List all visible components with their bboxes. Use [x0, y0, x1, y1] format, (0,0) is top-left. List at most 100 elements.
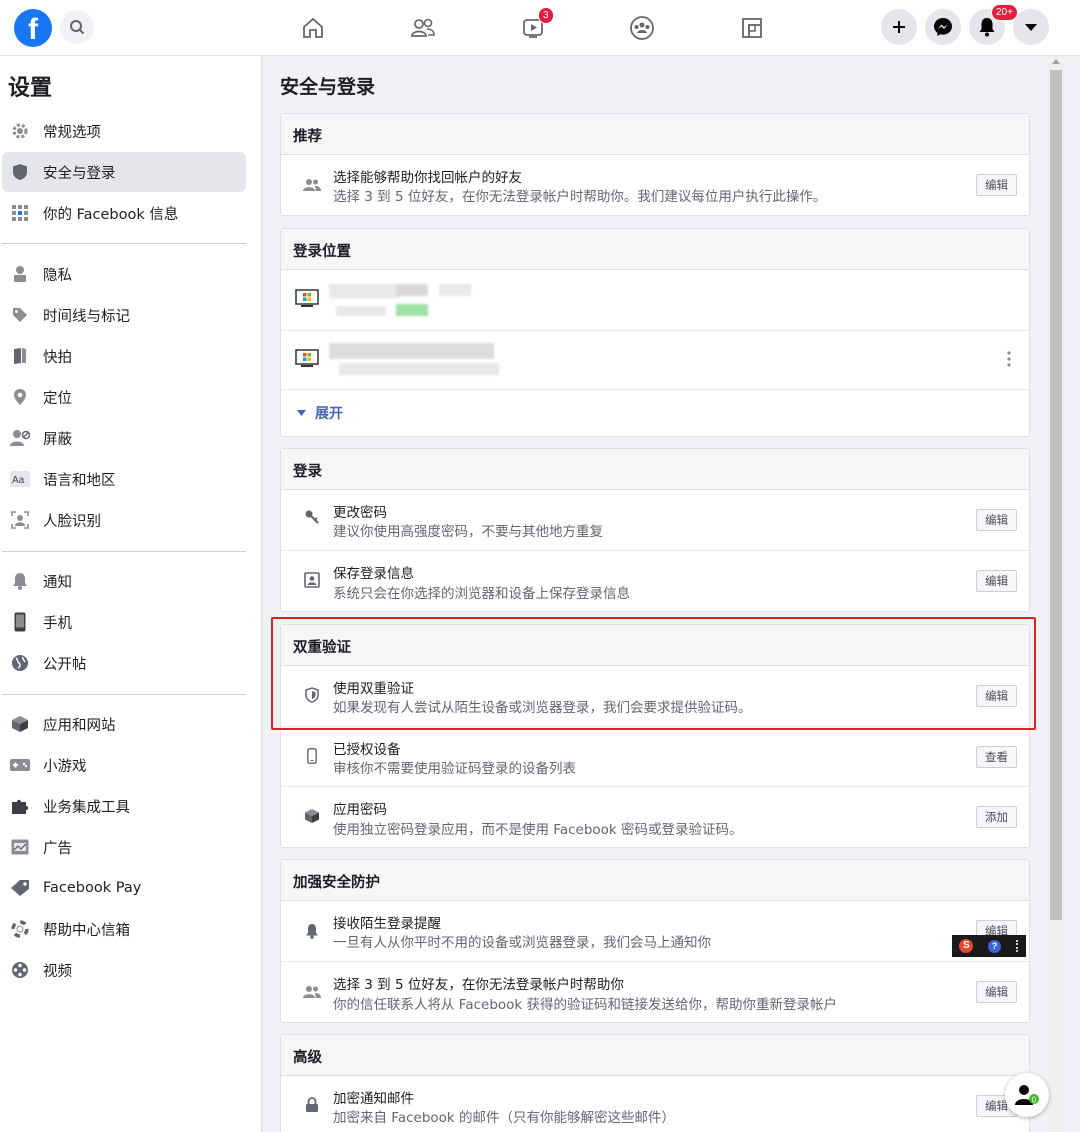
- sidebar-item-privacy[interactable]: 隐私: [2, 254, 246, 294]
- sidebar-item-label: 业务集成工具: [43, 799, 130, 816]
- sidebar-item-stories[interactable]: 快拍: [2, 336, 246, 376]
- row-subtitle: 选择 3 到 5 位好友，在你无法登录帐户时帮助你。我们建议每位用户执行此操作。: [333, 189, 827, 205]
- extra-security-card: 加强安全防护 接收陌生登录提醒 一旦有人从你平时不用的设备或浏览器登录，我们会马…: [280, 859, 1030, 1023]
- grid-icon: [10, 203, 30, 223]
- sidebar-item-label: 通知: [43, 574, 72, 591]
- phone-icon: [303, 747, 321, 765]
- settings-sidebar: 设置 常规选项 安全与登录 你的 Facebook 信息 隐私 时间线与标记 快…: [0, 56, 262, 1132]
- sidebar-item-timeline[interactable]: 时间线与标记: [2, 295, 246, 335]
- sidebar-item-support-inbox[interactable]: 帮助中心信箱: [2, 909, 246, 949]
- redacted-device-info: [329, 284, 399, 298]
- sidebar-item-label: 定位: [43, 390, 72, 407]
- edit-button[interactable]: 编辑: [976, 570, 1017, 592]
- sidebar-item-location[interactable]: 定位: [2, 377, 246, 417]
- sidebar-item-public-posts[interactable]: 公开帖: [2, 643, 246, 683]
- ad-icon: [10, 837, 30, 857]
- recommended-card: 推荐 选择能够帮助你找回帐户的好友 选择 3 到 5 位好友，在你无法登录帐户时…: [280, 113, 1030, 216]
- puzzle-icon: [10, 796, 30, 816]
- list-item: 加密通知邮件 加密来自 Facebook 的邮件（只有你能够解密这些邮件） 编辑: [281, 1076, 1029, 1132]
- sidebar-item-general[interactable]: 常规选项: [2, 111, 246, 151]
- page-title: 安全与登录: [280, 76, 376, 98]
- edit-button[interactable]: 编辑: [976, 174, 1017, 196]
- redacted-device-info: [439, 284, 471, 296]
- friends-nav-button[interactable]: [409, 14, 437, 42]
- sidebar-item-blocking[interactable]: 屏蔽: [2, 418, 246, 458]
- sidebar-item-label: 帮助中心信箱: [43, 922, 130, 939]
- ime-menu-icon[interactable]: [1015, 940, 1019, 952]
- sidebar-item-label: 小游戏: [43, 758, 87, 775]
- shield-icon: [10, 162, 30, 182]
- ime-s-icon[interactable]: S: [959, 939, 974, 953]
- login-card: 登录 更改密码 建议你使用高强度密码，不要与其他地方重复 编辑 保存登录信息 系…: [280, 448, 1030, 612]
- row-subtitle: 建议你使用高强度密码，不要与其他地方重复: [333, 524, 603, 540]
- home-icon: [303, 17, 323, 38]
- sidebar-item-your-info[interactable]: 你的 Facebook 信息: [2, 193, 246, 233]
- bell-icon: [303, 922, 321, 940]
- sidebar-item-label: 常规选项: [43, 124, 101, 141]
- sidebar-item-facebook-pay[interactable]: Facebook Pay: [2, 868, 246, 908]
- expand-link[interactable]: 展开: [315, 403, 343, 423]
- create-button[interactable]: [881, 9, 917, 45]
- lifebuoy-icon: [10, 919, 30, 939]
- floating-contacts-button[interactable]: 0: [1005, 1073, 1049, 1117]
- sidebar-item-notifications[interactable]: 通知: [2, 561, 246, 601]
- row-title: 应用密码: [333, 802, 387, 818]
- gear-icon: [10, 121, 30, 141]
- edit-button[interactable]: 编辑: [976, 509, 1017, 531]
- sidebar-item-ads[interactable]: 广告: [2, 827, 246, 867]
- more-options-icon[interactable]: [1007, 351, 1011, 367]
- list-item: 接收陌生登录提醒 一旦有人从你平时不用的设备或浏览器登录，我们会马上通知你 编辑: [281, 901, 1029, 962]
- sidebar-item-label: Facebook Pay: [43, 880, 142, 896]
- desktop-windows-icon: [295, 349, 319, 368]
- scroll-thumb[interactable]: [1050, 70, 1062, 920]
- groups-icon: [630, 16, 654, 40]
- sidebar-item-business-integrations[interactable]: 业务集成工具: [2, 786, 246, 826]
- expand-row[interactable]: 展开: [281, 390, 1029, 436]
- sidebar-item-language[interactable]: Aa 语言和地区: [2, 459, 246, 499]
- scroll-up-arrow-icon[interactable]: [1052, 59, 1060, 64]
- page-scrollbar[interactable]: [1048, 56, 1064, 1132]
- sidebar-item-label: 手机: [43, 615, 72, 632]
- card-heading: 高级: [281, 1035, 1029, 1076]
- search-button[interactable]: [60, 10, 94, 44]
- ime-toolbar[interactable]: S ?: [952, 935, 1026, 957]
- card-heading: 加强安全防护: [281, 860, 1029, 901]
- person-add-icon: 0: [1015, 1085, 1039, 1105]
- home-nav-button[interactable]: [299, 14, 327, 42]
- edit-button[interactable]: 编辑: [976, 981, 1017, 1003]
- messenger-button[interactable]: [925, 9, 961, 45]
- saved-login-icon: [303, 571, 321, 589]
- sidebar-item-instant-games[interactable]: 小游戏: [2, 745, 246, 785]
- sidebar-item-label: 你的 Facebook 信息: [43, 206, 179, 223]
- row-title: 已授权设备: [333, 742, 401, 758]
- book-icon: [10, 346, 30, 366]
- facebook-logo[interactable]: f: [14, 9, 52, 47]
- sidebar-item-face-recognition[interactable]: 人脸识别: [2, 500, 246, 540]
- gamepad-icon: [10, 755, 30, 775]
- account-menu-button[interactable]: [1013, 9, 1049, 45]
- sidebar-item-label: 安全与登录: [43, 165, 116, 182]
- view-button[interactable]: 查看: [976, 746, 1017, 768]
- row-subtitle: 审核你不需要使用验证码登录的设备列表: [333, 761, 576, 777]
- card-heading: 登录位置: [281, 229, 1029, 270]
- sidebar-item-mobile[interactable]: 手机: [2, 602, 246, 642]
- bell-icon: [979, 18, 995, 37]
- key-icon: [303, 508, 321, 526]
- tag-pay-icon: [10, 878, 30, 898]
- add-button[interactable]: 添加: [976, 806, 1017, 828]
- sidebar-item-security[interactable]: 安全与登录: [2, 152, 246, 192]
- sidebar-divider: [2, 243, 246, 244]
- redacted-device-info: [396, 284, 428, 296]
- bell-icon: [10, 571, 30, 591]
- login-location-row: [281, 270, 1029, 331]
- groups-nav-button[interactable]: [628, 14, 656, 42]
- list-item: 保存登录信息 系统只会在你选择的浏览器和设备上保存登录信息 编辑: [281, 551, 1029, 612]
- list-item: 已授权设备 审核你不需要使用验证码登录的设备列表 查看: [281, 727, 1029, 787]
- ime-help-icon[interactable]: ?: [987, 939, 1001, 953]
- sidebar-item-apps-websites[interactable]: 应用和网站: [2, 704, 246, 744]
- sidebar-item-videos[interactable]: 视频: [2, 950, 246, 990]
- search-icon: [70, 20, 85, 35]
- row-title: 选择 3 到 5 位好友，在你无法登录帐户时帮助你: [333, 977, 624, 993]
- gaming-nav-button[interactable]: [738, 14, 766, 42]
- sidebar-item-label: 应用和网站: [43, 717, 116, 734]
